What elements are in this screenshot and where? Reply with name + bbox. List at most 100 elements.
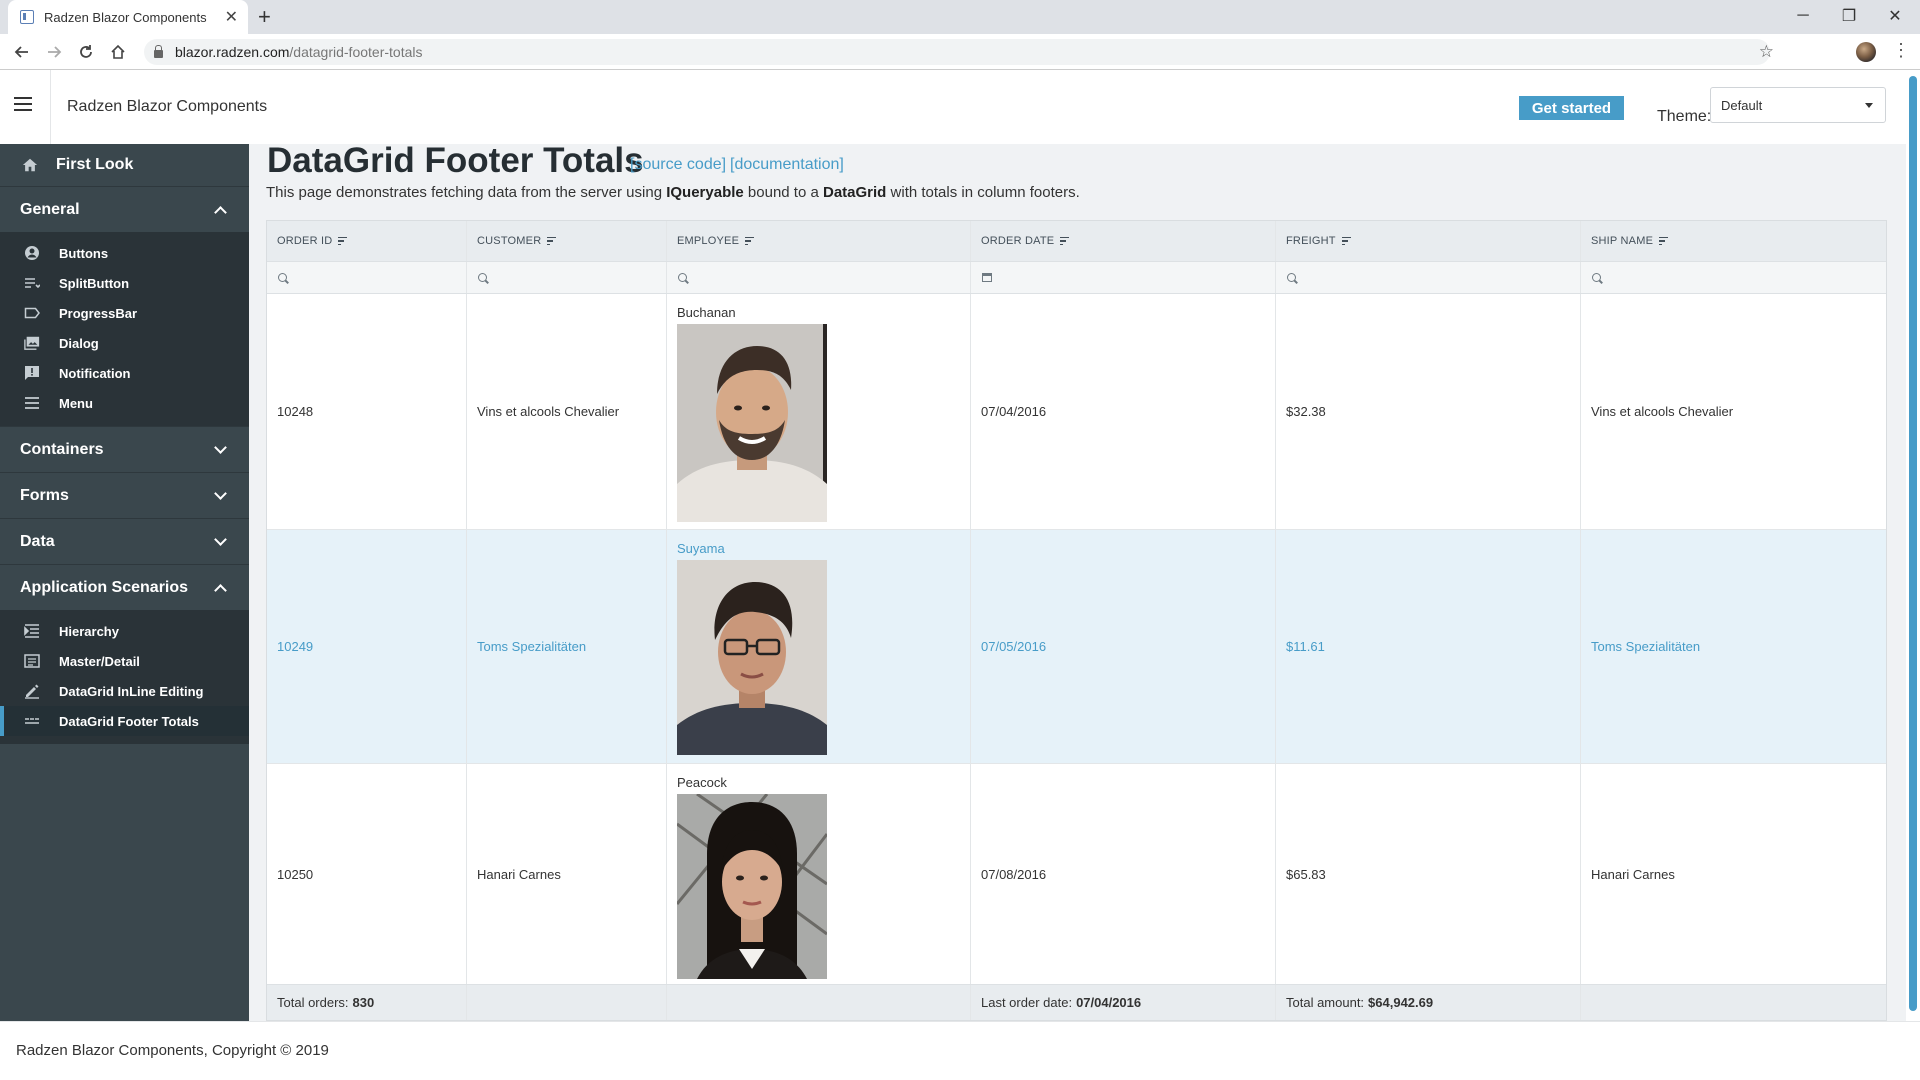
filter-customer[interactable] (467, 262, 667, 293)
new-tab-button[interactable]: + (258, 4, 271, 30)
browser-tab-strip: Radzen Blazor Components ✕ + ─ ❐ ✕ (0, 0, 1920, 34)
restore-icon[interactable]: ❐ (1826, 2, 1872, 30)
footer-label: Total amount: (1286, 995, 1365, 1010)
header-divider (50, 70, 51, 144)
search-icon (1287, 273, 1296, 282)
sidebar: First Look General Buttons SplitButton P… (0, 144, 249, 1021)
sidebar-item-master-detail[interactable]: Master/Detail (0, 646, 249, 676)
sidebar-section-general[interactable]: General (0, 186, 249, 232)
sidebar-item-label: ProgressBar (59, 305, 138, 321)
employee-photo (677, 560, 827, 755)
address-bar: blazor.radzen.com/datagrid-footer-totals… (0, 34, 1920, 70)
sidebar-item-dialog[interactable]: Dialog (0, 328, 249, 358)
page-footer: Radzen Blazor Components, Copyright © 20… (0, 1021, 1920, 1080)
back-icon[interactable] (10, 40, 34, 64)
sidebar-item-label: Dialog (59, 335, 99, 351)
sidebar-section-containers[interactable]: Containers (0, 426, 249, 472)
sidebar-item-label: Menu (59, 395, 93, 411)
footer-icon (24, 713, 40, 729)
chevron-down-icon (214, 532, 227, 546)
sidebar-item-label: SplitButton (59, 275, 130, 291)
description-text: with totals in column footers. (886, 184, 1080, 201)
sidebar-item-label: First Look (56, 156, 134, 173)
home-icon (22, 157, 38, 173)
search-icon (1592, 273, 1601, 282)
sidebar-section-data[interactable]: Data (0, 518, 249, 564)
theme-label: Theme: (1657, 108, 1712, 125)
source-code-link[interactable]: [source code] (630, 156, 726, 174)
filter-order-date[interactable] (971, 262, 1276, 293)
url-path: /datagrid-footer-totals (289, 44, 423, 60)
column-header-order-id[interactable]: ORDER ID (267, 221, 467, 261)
scrollbar-thumb[interactable] (1909, 76, 1917, 1011)
table-row[interactable]: 10248 Vins et alcools Chevalier Buchanan… (267, 294, 1886, 530)
label-icon (24, 305, 40, 321)
sidebar-item-buttons[interactable]: Buttons (0, 238, 249, 268)
sidebar-item-first-look[interactable]: First Look (0, 144, 249, 186)
search-icon (478, 273, 487, 282)
sidebar-item-notification[interactable]: Notification (0, 358, 249, 388)
sidebar-section-application-scenarios[interactable]: Application Scenarios (0, 564, 249, 610)
filter-order-id[interactable] (267, 262, 467, 293)
filter-employee[interactable] (667, 262, 971, 293)
minimize-icon[interactable]: ─ (1780, 2, 1826, 30)
sidebar-item-datagrid-inline-editing[interactable]: DataGrid InLine Editing (0, 676, 249, 706)
grid-filter-row (267, 262, 1886, 294)
app-header: Radzen Blazor Components Get started The… (0, 70, 1920, 144)
section-label: Forms (20, 486, 69, 504)
column-title: ORDER ID (277, 235, 333, 247)
sidebar-item-label: Notification (59, 365, 131, 381)
footer-total-orders: Total orders: 830 (267, 985, 467, 1020)
cell-employee: Peacock (667, 764, 971, 984)
lock-icon (154, 45, 163, 58)
sidebar-item-menu[interactable]: Menu (0, 388, 249, 418)
page-scrollbar[interactable] (1906, 70, 1920, 1021)
home-icon[interactable] (106, 40, 130, 64)
sidebar-section-forms[interactable]: Forms (0, 472, 249, 518)
sidebar-item-label: Hierarchy (59, 623, 119, 639)
grid-header-row: ORDER ID CUSTOMER EMPLOYEE ORDER DATE FR… (267, 221, 1886, 262)
edit-icon (24, 683, 40, 699)
column-header-employee[interactable]: EMPLOYEE (667, 221, 971, 261)
documentation-link[interactable]: [documentation] (730, 156, 844, 174)
description-keyword: IQueryable (666, 184, 744, 201)
page-title: DataGrid Footer Totals (267, 141, 644, 180)
sidebar-scenario-items: Hierarchy Master/Detail DataGrid InLine … (0, 610, 249, 744)
sidebar-item-datagrid-footer-totals[interactable]: DataGrid Footer Totals (0, 706, 249, 736)
sidebar-item-splitbutton[interactable]: SplitButton (0, 268, 249, 298)
cell-freight: $11.61 (1276, 530, 1581, 763)
column-header-customer[interactable]: CUSTOMER (467, 221, 667, 261)
footer-value: 830 (352, 995, 375, 1010)
profile-avatar[interactable] (1856, 42, 1876, 62)
table-row[interactable]: 10250 Hanari Carnes Peacock 07/08/2016 $… (267, 764, 1886, 985)
column-title: FREIGHT (1286, 235, 1336, 247)
get-started-button[interactable]: Get started (1519, 96, 1624, 120)
tab-close-icon[interactable]: ✕ (225, 7, 238, 27)
hamburger-menu-icon[interactable] (14, 97, 32, 111)
bookmark-star-icon[interactable]: ☆ (1759, 42, 1774, 62)
reload-icon[interactable] (74, 40, 98, 64)
chevron-down-icon (214, 440, 227, 454)
column-header-order-date[interactable]: ORDER DATE (971, 221, 1276, 261)
column-header-ship-name[interactable]: SHIP NAME (1581, 221, 1886, 261)
sort-icon (1659, 236, 1669, 246)
window-close-icon[interactable]: ✕ (1872, 2, 1918, 30)
table-row[interactable]: 10249 Toms Spezialitäten Suyama 07/05/20… (267, 530, 1886, 764)
sidebar-item-hierarchy[interactable]: Hierarchy (0, 616, 249, 646)
url-field[interactable]: blazor.radzen.com/datagrid-footer-totals (144, 39, 1770, 65)
forward-icon[interactable] (42, 40, 66, 64)
browser-menu-icon[interactable]: ⋮ (1892, 40, 1910, 61)
menu-icon (24, 395, 40, 411)
theme-dropdown[interactable]: Default (1710, 87, 1886, 123)
tab-title: Radzen Blazor Components (44, 9, 207, 25)
cell-order-id: 10249 (267, 530, 467, 763)
column-header-freight[interactable]: FREIGHT (1276, 221, 1581, 261)
sidebar-item-progressbar[interactable]: ProgressBar (0, 298, 249, 328)
filter-freight[interactable] (1276, 262, 1581, 293)
filter-ship-name[interactable] (1581, 262, 1886, 293)
browser-tab[interactable]: Radzen Blazor Components ✕ (8, 0, 248, 34)
cell-ship-name: Vins et alcools Chevalier (1591, 404, 1734, 419)
sidebar-item-label: DataGrid Footer Totals (59, 713, 199, 729)
footer-empty (1581, 985, 1886, 1020)
calendar-icon (982, 273, 992, 282)
